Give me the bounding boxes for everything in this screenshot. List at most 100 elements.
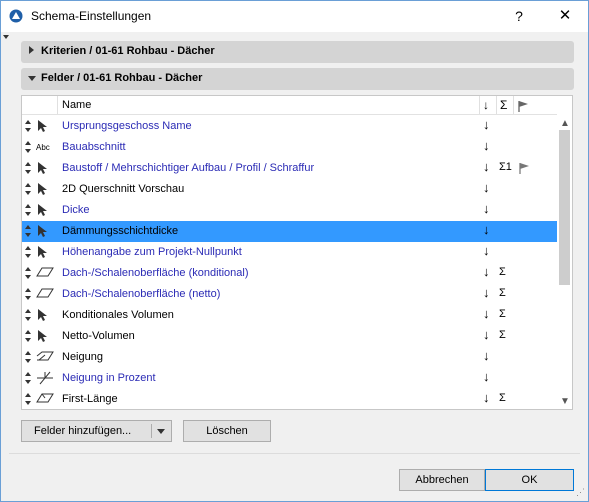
drag-handle-icon[interactable] [24, 203, 32, 217]
scroll-up-icon[interactable]: ▲ [560, 118, 570, 129]
drag-handle-icon[interactable] [24, 245, 32, 259]
list-item[interactable]: 2D Querschnitt Vorschau ↓ [22, 179, 557, 200]
column-separator [513, 96, 514, 114]
list-item[interactable]: Konditionales Volumen ↓ Σ [22, 305, 557, 326]
dialog-window: Schema-Einstellungen ? ✕ Kriterien / 01-… [0, 0, 589, 502]
sort-arrow-icon[interactable]: ↓ [483, 306, 490, 321]
sort-arrow-icon[interactable]: ↓ [483, 159, 490, 174]
fields-section-header[interactable]: Felder / 01-61 Rohbau - Dächer [21, 68, 574, 90]
pointer-icon [36, 161, 54, 175]
drag-handle-icon[interactable] [24, 371, 32, 385]
sort-arrow-icon[interactable]: ↓ [483, 390, 490, 405]
sort-column-icon[interactable]: ↓ [483, 98, 489, 112]
scroll-thumb[interactable] [559, 130, 570, 285]
sort-arrow-icon[interactable]: ↓ [483, 327, 490, 342]
sort-arrow-icon[interactable]: ↓ [483, 243, 490, 258]
sort-arrow-icon[interactable]: ↓ [483, 264, 490, 279]
criteria-section-header[interactable]: Kriterien / 01-61 Rohbau - Dächer [21, 41, 574, 63]
list-item[interactable]: First-Länge ↓ Σ [22, 389, 557, 409]
expand-down-icon [28, 76, 36, 81]
drag-handle-icon[interactable] [24, 182, 32, 196]
close-button[interactable]: ✕ [553, 5, 577, 27]
drag-handle-icon[interactable] [24, 224, 32, 238]
sum-icon[interactable]: Σ [499, 392, 506, 404]
sort-arrow-icon[interactable]: ↓ [483, 117, 490, 132]
drag-handle-icon[interactable] [24, 350, 32, 364]
ok-button[interactable]: OK [485, 469, 574, 491]
sort-arrow-icon[interactable]: ↓ [483, 222, 490, 237]
collapse-marker-icon [3, 35, 9, 39]
help-button[interactable]: ? [507, 5, 531, 27]
drag-handle-icon[interactable] [24, 119, 32, 133]
slope-percent-icon [36, 371, 54, 385]
add-fields-button[interactable]: Felder hinzufügen... [21, 420, 172, 442]
pointer-icon [36, 224, 54, 238]
fields-list[interactable]: Name ↓ Σ Ursprungsgeschoss Name ↓ Abc Bauab… [21, 95, 573, 410]
sort-arrow-icon[interactable]: ↓ [483, 348, 490, 363]
sort-arrow-icon[interactable]: ↓ [483, 201, 490, 216]
list-item[interactable]: Abc Bauabschnitt ↓ [22, 137, 557, 158]
list-item-label: Netto-Volumen [62, 330, 135, 342]
name-column-header[interactable]: Name [62, 99, 91, 111]
pointer-icon [36, 119, 54, 133]
drag-handle-icon[interactable] [24, 392, 32, 406]
list-item[interactable]: Dach-/Schalenoberfläche (netto) ↓ Σ [22, 284, 557, 305]
delete-button[interactable]: Löschen [183, 420, 271, 442]
sort-arrow-icon[interactable]: ↓ [483, 369, 490, 384]
list-item[interactable]: Dämmungsschichtdicke ↓ [22, 221, 557, 242]
list-header: Name ↓ Σ [22, 96, 557, 115]
sum-icon[interactable]: Σ [499, 266, 506, 278]
column-separator [479, 96, 480, 114]
cancel-button[interactable]: Abbrechen [399, 469, 485, 491]
sum-icon[interactable]: Σ [499, 329, 506, 341]
list-item-label: First-Länge [62, 393, 118, 405]
drag-handle-icon[interactable] [24, 161, 32, 175]
expand-right-icon [29, 46, 34, 54]
list-item-label: Dämmungsschichtdicke [62, 225, 179, 237]
list-item-label: Höhenangabe zum Projekt-Nullpunkt [62, 246, 242, 258]
list-item-label: Dach-/Schalenoberfläche (konditional) [62, 267, 249, 279]
flag-icon[interactable] [518, 162, 530, 174]
list-item[interactable]: Neigung ↓ [22, 347, 557, 368]
list-item[interactable]: Neigung in Prozent ↓ [22, 368, 557, 389]
resize-grip-icon[interactable]: ⋰ [576, 487, 585, 498]
drag-handle-icon[interactable] [24, 329, 32, 343]
sum-icon[interactable]: Σ [499, 308, 506, 320]
sort-arrow-icon[interactable]: ↓ [483, 180, 490, 195]
list-item[interactable]: Höhenangabe zum Projekt-Nullpunkt ↓ [22, 242, 557, 263]
list-item-label: 2D Querschnitt Vorschau [62, 183, 185, 195]
vertical-scrollbar[interactable]: ▲ ▼ [557, 115, 572, 409]
title-bar: Schema-Einstellungen ? ✕ [1, 1, 588, 32]
drag-handle-icon[interactable] [24, 140, 32, 154]
list-item-label: Dicke [62, 204, 90, 216]
add-fields-label: Felder hinzufügen... [34, 425, 132, 437]
sum-icon[interactable]: Σ [499, 287, 506, 299]
list-item-label: Dach-/Schalenoberfläche (netto) [62, 288, 221, 300]
list-item-label: Bauabschnitt [62, 141, 126, 153]
sum-icon[interactable]: Σ1 [499, 161, 512, 173]
list-item[interactable]: Baustoff / Mehrschichtiger Aufbau / Prof… [22, 158, 557, 179]
fields-section-label: Felder / 01-61 Rohbau - Dächer [41, 72, 203, 84]
sum-column-icon[interactable]: Σ [500, 98, 507, 112]
drag-handle-icon[interactable] [24, 308, 32, 322]
list-item[interactable]: Ursprungsgeschoss Name ↓ [22, 116, 557, 137]
list-item[interactable]: Dicke ↓ [22, 200, 557, 221]
sort-arrow-icon[interactable]: ↓ [483, 138, 490, 153]
slope-icon [36, 350, 54, 364]
surface-icon [36, 287, 54, 301]
ridge-icon [36, 392, 54, 406]
drag-handle-icon[interactable] [24, 266, 32, 280]
list-item[interactable]: Netto-Volumen ↓ Σ [22, 326, 557, 347]
drag-handle-icon[interactable] [24, 287, 32, 301]
abc-icon: Abc [36, 143, 50, 152]
pointer-icon [36, 245, 54, 259]
list-item[interactable]: Dach-/Schalenoberfläche (konditional) ↓ Σ [22, 263, 557, 284]
flag-column-icon[interactable] [517, 100, 529, 112]
criteria-section-label: Kriterien / 01-61 Rohbau - Dächer [41, 45, 215, 57]
column-separator [496, 96, 497, 114]
sort-arrow-icon[interactable]: ↓ [483, 285, 490, 300]
list-item-label: Konditionales Volumen [62, 309, 174, 321]
chevron-down-icon[interactable] [157, 429, 165, 434]
scroll-down-icon[interactable]: ▼ [560, 396, 570, 407]
surface-icon [36, 266, 54, 280]
